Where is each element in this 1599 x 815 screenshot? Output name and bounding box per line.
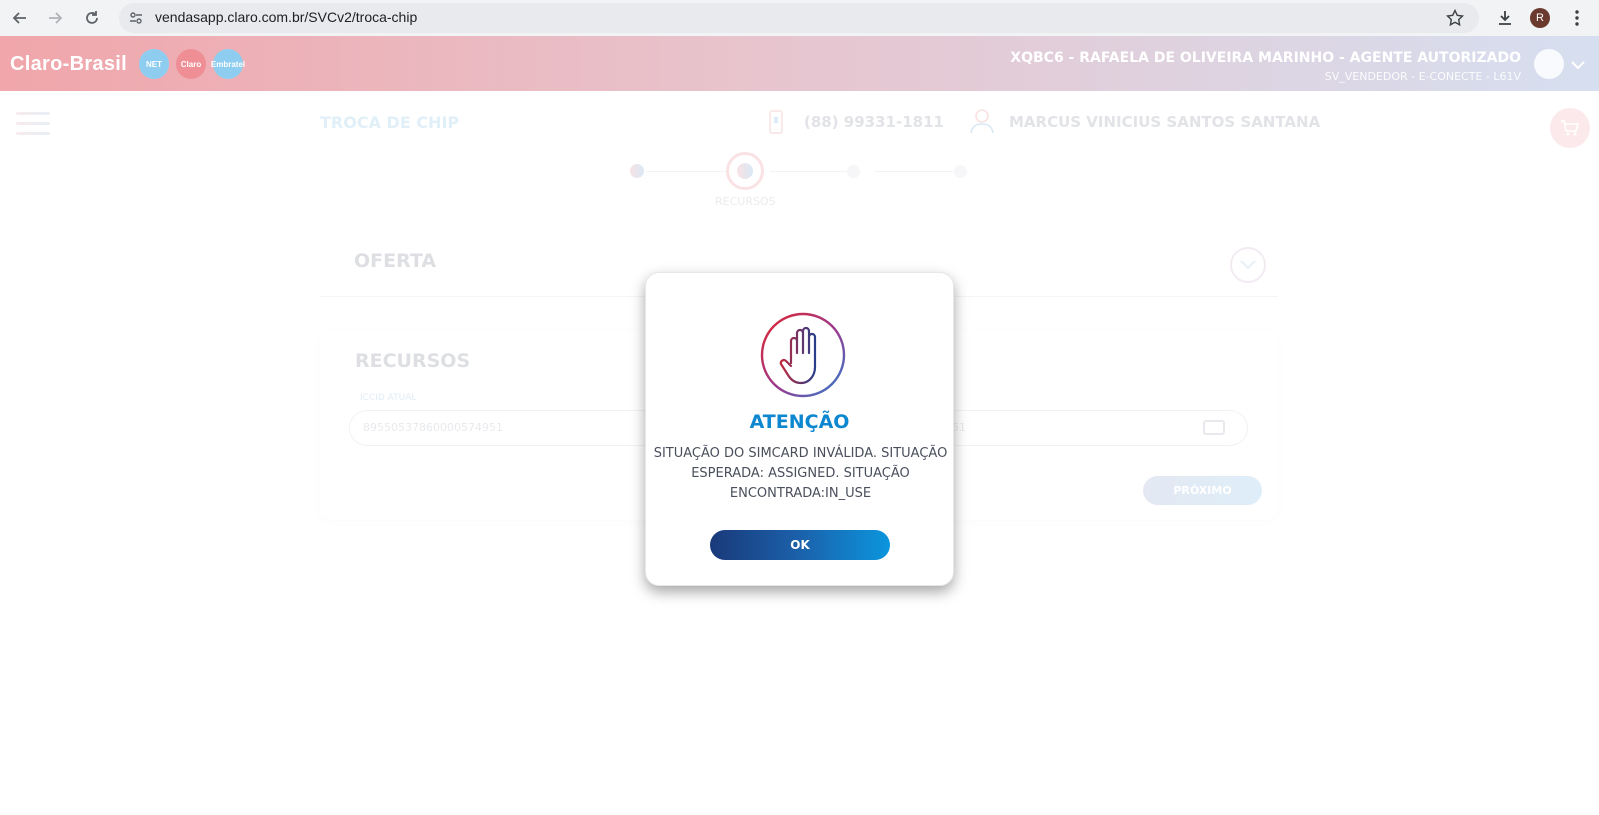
user-avatar[interactable] (1534, 49, 1564, 79)
ok-button[interactable]: OK (710, 530, 890, 560)
chevron-down-icon[interactable] (1570, 56, 1586, 75)
browser-toolbar: vendasapp.claro.com.br/SVCv2/troca-chip … (0, 0, 1599, 36)
claro-badge: Claro (176, 49, 206, 79)
app-header: Claro-Brasil NET Claro Embratel XQBC6 - … (0, 36, 1599, 91)
embratel-badge: Embratel (211, 49, 245, 79)
page: vendasapp.claro.com.br/SVCv2/troca-chip … (0, 0, 1599, 815)
profile-avatar[interactable]: R (1530, 8, 1550, 28)
stop-hand-icon (759, 311, 847, 399)
agent-name: XQBC6 - RAFAELA DE OLIVEIRA MARINHO - AG… (1010, 50, 1521, 66)
net-badge: NET (139, 49, 169, 79)
site-info-icon[interactable] (124, 6, 148, 30)
reload-icon[interactable] (80, 6, 104, 30)
alert-dialog: ATENÇÃO SITUAÇÃO DO SIMCARD INVÁLIDA. SI… (645, 272, 954, 586)
bookmark-star-icon[interactable] (1443, 6, 1467, 30)
back-icon[interactable] (8, 6, 32, 30)
url-text[interactable]: vendasapp.claro.com.br/SVCv2/troca-chip (155, 9, 417, 25)
dialog-message: SITUAÇÃO DO SIMCARD INVÁLIDA. SITUAÇÃO E… (653, 446, 948, 501)
dialog-title: ATENÇÃO (749, 411, 850, 433)
forward-icon[interactable] (43, 6, 67, 30)
brand-logo[interactable]: Claro-Brasil (10, 53, 127, 76)
browser-menu-icon[interactable] (1565, 6, 1589, 30)
agent-role: SV_VENDEDOR - E-CONECTE - L61V (1324, 70, 1521, 83)
download-icon[interactable] (1493, 6, 1517, 30)
